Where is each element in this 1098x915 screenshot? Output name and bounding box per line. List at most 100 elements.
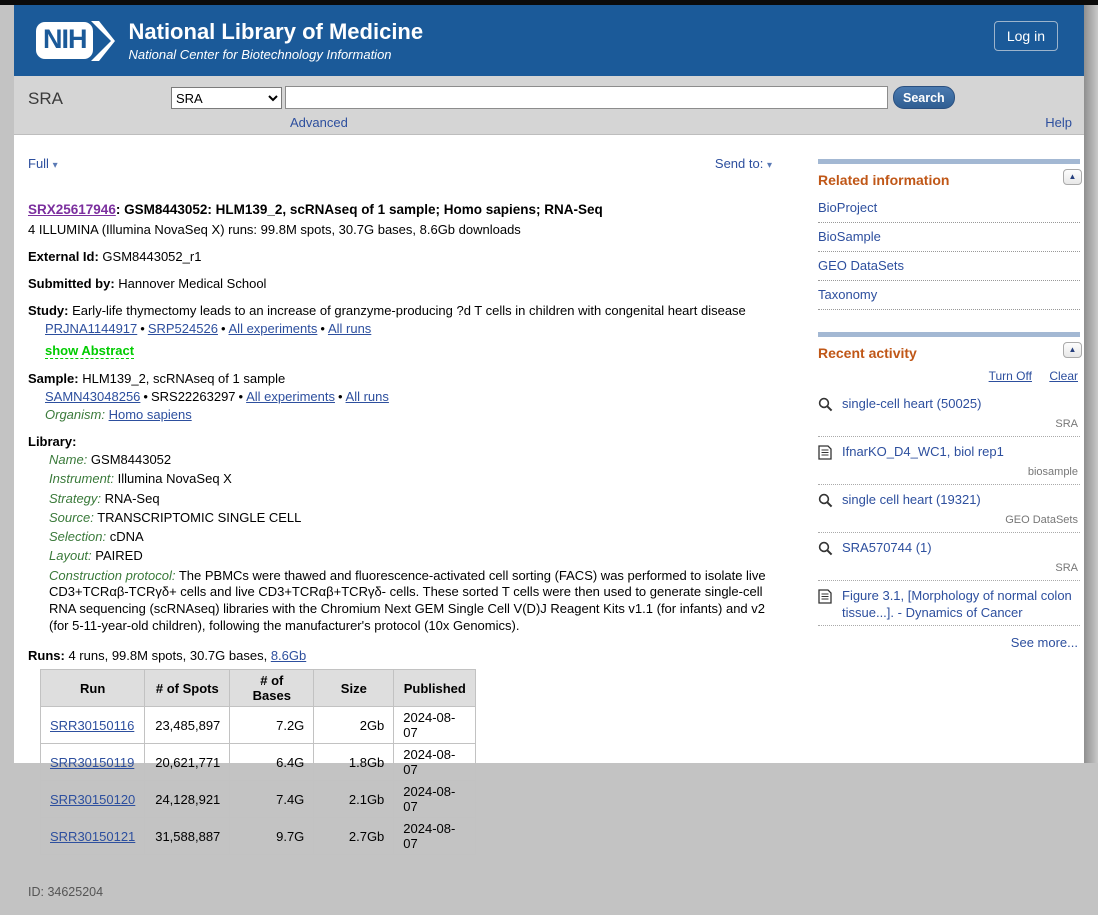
recent-activity-controls: Turn Off Clear xyxy=(818,367,1080,389)
sample-links: SAMN43048256•SRS22263297•All experiments… xyxy=(45,389,786,404)
recent-activity-link[interactable]: IfnarKO_D4_WC1, biol rep1 xyxy=(842,444,1004,461)
send-to-dropdown[interactable]: Send to: ▾ xyxy=(715,156,772,171)
table-row: SRR30150121 31,588,887 9.7G 2.7Gb 2024-0… xyxy=(41,818,476,855)
study-all-runs-link[interactable]: All runs xyxy=(328,321,371,336)
published-cell: 2024-08-07 xyxy=(394,707,476,744)
library-field-label: Source: xyxy=(49,510,94,525)
bullet-separator: • xyxy=(140,321,145,336)
spots-cell: 23,485,897 xyxy=(145,707,230,744)
main-column: Full ▾ Send to: ▾ SRX25617946: GSM844305… xyxy=(28,135,786,915)
sidebar-item-biosample[interactable]: BioSample xyxy=(818,223,1080,252)
external-id-line: External Id: GSM8443052_r1 xyxy=(28,249,786,264)
library-field-value: TRANSCRIPTOMIC SINGLE CELL xyxy=(97,510,301,525)
study-all-experiments-link[interactable]: All experiments xyxy=(229,321,318,336)
library-field-label: Construction protocol: xyxy=(49,568,175,583)
help-link[interactable]: Help xyxy=(1045,115,1072,130)
login-button[interactable]: Log in xyxy=(994,21,1058,51)
search-input[interactable] xyxy=(285,86,888,109)
sample-all-runs-link[interactable]: All runs xyxy=(346,389,389,404)
sample-all-experiments-link[interactable]: All experiments xyxy=(246,389,335,404)
see-more-link[interactable]: See more... xyxy=(1011,635,1078,650)
record-summary: 4 ILLUMINA (Illumina NovaSeq X) runs: 99… xyxy=(28,222,786,237)
list-item: single cell heart (19321) GEO DataSets xyxy=(818,485,1080,533)
size-cell: 2.1Gb xyxy=(314,781,394,818)
run-link[interactable]: SRR30150119 xyxy=(50,755,134,770)
recent-activity-link[interactable]: single-cell heart (50025) xyxy=(842,396,981,413)
sidebar-item-taxonomy[interactable]: Taxonomy xyxy=(818,281,1080,310)
sample-title: HLM139_2, scRNAseq of 1 sample xyxy=(82,371,285,386)
study-label: Study: xyxy=(28,303,68,318)
organism-label: Organism: xyxy=(45,407,105,422)
library-field-value: Illumina NovaSeq X xyxy=(118,471,232,486)
recent-activity-title: Recent activity xyxy=(818,345,917,361)
organism-link[interactable]: Homo sapiens xyxy=(109,407,192,422)
recent-activity-link[interactable]: Figure 3.1, [Morphology of normal colon … xyxy=(842,588,1080,622)
list-item: SRA570744 (1) SRA xyxy=(818,533,1080,581)
document-icon xyxy=(818,444,842,463)
bases-cell: 7.2G xyxy=(230,707,314,744)
published-cell: 2024-08-07 xyxy=(394,744,476,781)
library-field-selection: Selection: cDNA xyxy=(49,529,786,545)
sidebar-item-geo-datasets[interactable]: GEO DataSets xyxy=(818,252,1080,281)
display-settings-dropdown[interactable]: Full ▾ xyxy=(28,156,58,171)
collapse-button[interactable]: ▲ xyxy=(1063,169,1082,185)
site-title: National Library of Medicine xyxy=(129,19,424,44)
recent-activity-category: SRA xyxy=(818,559,1080,577)
run-link[interactable]: SRR30150116 xyxy=(50,718,134,733)
run-link[interactable]: SRR30150120 xyxy=(50,792,135,807)
search-button[interactable]: Search xyxy=(893,86,955,109)
sample-biosample-link[interactable]: SAMN43048256 xyxy=(45,389,140,404)
study-srp-link[interactable]: SRP524526 xyxy=(148,321,218,336)
size-cell: 2.7Gb xyxy=(314,818,394,855)
bases-cell: 6.4G xyxy=(230,744,314,781)
advanced-search-link[interactable]: Advanced xyxy=(290,115,348,130)
recent-activity-category: GEO DataSets xyxy=(818,511,1080,529)
document-icon xyxy=(818,588,842,607)
sample-srs-id: SRS22263297 xyxy=(151,389,236,404)
library-field-strategy: Strategy: RNA-Seq xyxy=(49,491,786,507)
collapse-button[interactable]: ▲ xyxy=(1063,342,1082,358)
recent-activity-header: Recent activity ▲ xyxy=(818,337,1080,367)
table-row: SRR30150120 24,128,921 7.4G 2.1Gb 2024-0… xyxy=(41,781,476,818)
organism-line: Organism: Homo sapiens xyxy=(45,407,786,422)
library-field-label: Instrument: xyxy=(49,471,114,486)
turn-off-link[interactable]: Turn Off xyxy=(989,369,1032,383)
size-cell: 1.8Gb xyxy=(314,744,394,781)
record-title-text: : GSM8443052: HLM139_2, scRNAseq of 1 sa… xyxy=(116,202,603,217)
header-titles: National Library of Medicine National Ce… xyxy=(129,19,424,61)
search-icon xyxy=(818,540,842,559)
accession-link[interactable]: SRX25617946 xyxy=(28,202,116,217)
display-settings-label: Full xyxy=(28,156,49,171)
nih-logo[interactable]: NIH xyxy=(36,19,115,63)
show-abstract-toggle[interactable]: show Abstract xyxy=(45,343,134,359)
library-field-label: Selection: xyxy=(49,529,106,544)
nih-logo-box: NIH xyxy=(36,22,93,59)
database-select[interactable]: SRA xyxy=(171,87,282,109)
recent-activity-link[interactable]: single cell heart (19321) xyxy=(842,492,981,509)
runs-download-size-link[interactable]: 8.6Gb xyxy=(271,648,306,663)
run-link[interactable]: SRR30150121 xyxy=(50,829,135,844)
clear-link[interactable]: Clear xyxy=(1049,369,1078,383)
runs-summary-line: Runs: 4 runs, 99.8M spots, 30.7G bases, … xyxy=(28,648,786,663)
send-to-label: Send to: xyxy=(715,156,763,171)
library-field-label: Strategy: xyxy=(49,491,101,506)
site-subtitle: National Center for Biotechnology Inform… xyxy=(129,47,424,62)
recent-activity-category: SRA xyxy=(818,415,1080,433)
bases-cell: 7.4G xyxy=(230,781,314,818)
study-bioproject-link[interactable]: PRJNA1144917 xyxy=(45,321,137,336)
sidebar-item-bioproject[interactable]: BioProject xyxy=(818,194,1080,223)
runs-summary-text: 4 runs, 99.8M spots, 30.7G bases, xyxy=(68,648,270,663)
database-label: SRA xyxy=(28,89,63,109)
runs-label: Runs: xyxy=(28,648,65,663)
table-row: SRR30150119 20,621,771 6.4G 1.8Gb 2024-0… xyxy=(41,744,476,781)
external-id-value: GSM8443052_r1 xyxy=(102,249,201,264)
published-cell: 2024-08-07 xyxy=(394,818,476,855)
recent-activity-link[interactable]: SRA570744 (1) xyxy=(842,540,932,557)
submitted-by-line: Submitted by: Hannover Medical School xyxy=(28,276,786,291)
study-section: Study: Early-life thymectomy leads to an… xyxy=(28,303,786,359)
bullet-separator: • xyxy=(320,321,325,336)
published-cell: 2024-08-07 xyxy=(394,781,476,818)
results-toolbar: Full ▾ Send to: ▾ xyxy=(28,135,786,171)
library-field-label: Name: xyxy=(49,452,87,467)
search-icon xyxy=(818,396,842,415)
